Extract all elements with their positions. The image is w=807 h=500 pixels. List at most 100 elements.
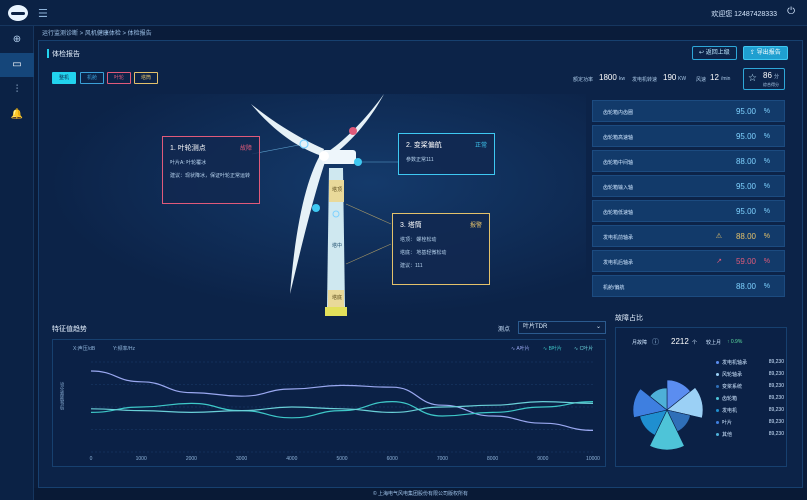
chip-tower[interactable]: 塔筒 xyxy=(134,72,159,84)
legend-value: 89,230 xyxy=(768,371,784,377)
component-row[interactable]: 齿轮箱输入轴 95.00% xyxy=(592,175,785,197)
x-tick-label: 5000 xyxy=(336,456,347,462)
chip-rotor[interactable]: 叶轮 xyxy=(107,72,132,84)
x-tick-label: 2000 xyxy=(186,456,197,462)
legend-dot xyxy=(716,421,719,424)
callout-tower[interactable]: 3. 塔筒 报警 塔顶： 螺栓松动 塔底： 地基轻微松动 建议：111 xyxy=(392,213,490,285)
status-icon: ↗ xyxy=(716,258,722,265)
trend-chart: 0 1000 2000 3000 4000 5000 6000 7000 8000 9000 100… xyxy=(90,361,600,462)
info-icon[interactable]: ⓘ xyxy=(652,337,659,347)
gen-speed-value: 190 xyxy=(663,73,677,82)
component-name: 发电机前轴承 xyxy=(603,235,634,241)
fault-legend-item: 发电机轴承 89,230 xyxy=(716,358,784,370)
component-row[interactable]: 齿轮箱低速轴 95.00% xyxy=(592,200,785,222)
component-value: 95.00 xyxy=(735,207,756,216)
tower-top-label: 塔顶 xyxy=(332,187,343,193)
legend-dot xyxy=(716,373,719,376)
wind-speed-value: 12 xyxy=(710,73,719,82)
welcome-text: 欢迎您 12487428333 xyxy=(711,11,777,18)
component-value: 95.00 xyxy=(735,182,756,191)
fault-legend-item: 发电机 89,230 xyxy=(716,406,784,418)
gen-speed-unit: KW xyxy=(678,76,687,82)
back-button[interactable]: ↩ 返回上级 xyxy=(692,46,737,60)
score-value: 86 xyxy=(763,71,772,80)
power-icon[interactable]: ⏻ xyxy=(787,6,795,17)
legend-value: 89,230 xyxy=(768,407,784,413)
x-tick-label: 9000 xyxy=(537,456,548,462)
component-row[interactable]: 发电机前轴承 ⚠ 88.00% xyxy=(592,225,785,247)
legend-label: 风轮轴承 xyxy=(722,372,743,378)
component-unit: % xyxy=(763,208,770,215)
legend-dot xyxy=(716,385,719,388)
wind-speed-unit: /min xyxy=(721,76,731,82)
page-title: 体检报告 xyxy=(47,49,80,58)
callout-tower-line2: 塔底： 地基轻微松动 xyxy=(400,250,447,256)
callout-pitch-line1: 参数正常111 xyxy=(406,157,434,163)
menu-icon[interactable]: ☰ xyxy=(38,7,48,20)
chevron-down-icon: ⌄ xyxy=(595,324,601,330)
legend-label: 变桨系统 xyxy=(722,384,743,390)
rated-power-label: 额定功率 xyxy=(573,77,594,83)
legend-label: 齿轮箱 xyxy=(722,396,738,402)
fault-legend-item: 齿轮箱 89,230 xyxy=(716,394,784,406)
component-row[interactable]: 发电机后轴承 ↗ 59.00% xyxy=(592,250,785,272)
component-list: 齿轮箱内齿圈 95.00% 齿轮箱高速轴 95.00% 齿轮箱中间轴 88.00% 齿轮箱输… xyxy=(592,100,785,300)
legend-dot xyxy=(716,361,719,364)
fault-title: 故障占比 xyxy=(615,315,643,322)
sidebar-settings-icon[interactable]: ⫶ xyxy=(0,78,34,102)
x-tick-label: 8000 xyxy=(487,456,498,462)
fault-total-unit: 个 xyxy=(692,340,698,346)
fault-legend-item: 变桨系统 89,230 xyxy=(716,382,784,394)
legend-value: 89,230 xyxy=(768,383,784,389)
turbine-view: 塔顶 塔中 塔底 xyxy=(46,94,586,316)
component-name: 齿轮箱内齿圈 xyxy=(603,110,634,116)
x-tick-label: 6000 xyxy=(387,456,398,462)
component-row[interactable]: 齿轮箱内齿圈 95.00% xyxy=(592,100,785,122)
legend-value: 89,230 xyxy=(768,431,784,437)
x-tick-label: 3000 xyxy=(236,456,247,462)
series-line-B叶片 xyxy=(90,400,594,419)
x-tick-label: 0 xyxy=(90,456,93,462)
callout-rotor-line2: 建议：现状降冰，保证叶轮正常运转 xyxy=(170,173,251,179)
sidebar-report-icon[interactable]: ▭ xyxy=(0,53,34,77)
x-tick-label: 7000 xyxy=(437,456,448,462)
fault-mom-label: 较上月 xyxy=(706,340,722,346)
callout-rotor-line1: 叶片A: 叶轮覆冰 xyxy=(170,160,207,166)
point-select[interactable]: 叶片TDR ⌄ xyxy=(518,321,606,334)
legend-label: 叶片 xyxy=(722,420,733,426)
component-value: 95.00 xyxy=(735,107,756,116)
component-name: 机舱/偏航 xyxy=(603,285,625,291)
callout-pitch[interactable]: 2. 变桨偏航 正常 参数正常111 xyxy=(398,133,495,175)
chip-whole[interactable]: 整机 xyxy=(52,72,77,84)
sidebar: ⊕ ▭ ⫶ 🔔 xyxy=(0,26,34,500)
component-unit: % xyxy=(763,233,770,240)
sidebar-bell-icon[interactable]: 🔔 xyxy=(0,103,34,127)
series-line-A叶片 xyxy=(90,370,594,431)
callout-rotor[interactable]: 1. 叶轮测点 故障 叶片A: 叶轮覆冰 建议：现状降冰，保证叶轮正常运转 xyxy=(162,136,260,204)
legend-value: 89,230 xyxy=(768,419,784,425)
component-row[interactable]: 齿轮箱中间轴 88.00% xyxy=(592,150,785,172)
fault-legend: 发电机轴承 89,230 风轮轴承 89,230 变桨系统 89,230 齿轮箱 89,230… xyxy=(716,358,784,442)
fault-card: 月故障 ⓘ 2212 个 较上月 ↑ 0.9% 发电机轴承 89,230 风轮轴承 8… xyxy=(615,327,787,467)
trend-title: 特征值趋势 xyxy=(52,326,87,333)
component-row[interactable]: 机舱/偏航 88.00% xyxy=(592,275,785,297)
footer: © 上海电气风电集团股份有限公司版权所有 xyxy=(34,488,807,500)
legend-value: 89,230 xyxy=(768,359,784,365)
trend-chart-card: X:声压/dB Y:频率/Hz 特征值趋势分析 ∿ A叶片 ∿ B叶片 ∿ C叶… xyxy=(52,339,606,467)
legend-dot xyxy=(716,433,719,436)
legend-label: 发电机轴承 xyxy=(722,360,748,366)
export-button[interactable]: ⇪ 导出报告 xyxy=(743,46,788,60)
fault-total-value: 2212 xyxy=(671,337,689,346)
component-value: 88.00 xyxy=(735,232,756,241)
chip-nacelle[interactable]: 机舱 xyxy=(80,72,105,84)
fault-legend-item: 风轮轴承 89,230 xyxy=(716,370,784,382)
legend-dot xyxy=(716,409,719,412)
score-unit: 分 xyxy=(774,74,780,80)
callout-tower-line3: 建议：111 xyxy=(400,263,423,269)
wind-speed-label: 风速 xyxy=(696,77,707,83)
sidebar-add-icon[interactable]: ⊕ xyxy=(0,28,34,52)
component-row[interactable]: 齿轮箱高速轴 95.00% xyxy=(592,125,785,147)
breadcrumb[interactable]: 运行监测诊断 > 风机健康体检 > 体检报告 xyxy=(42,28,152,37)
component-value: 95.00 xyxy=(735,132,756,141)
component-unit: % xyxy=(763,258,770,265)
